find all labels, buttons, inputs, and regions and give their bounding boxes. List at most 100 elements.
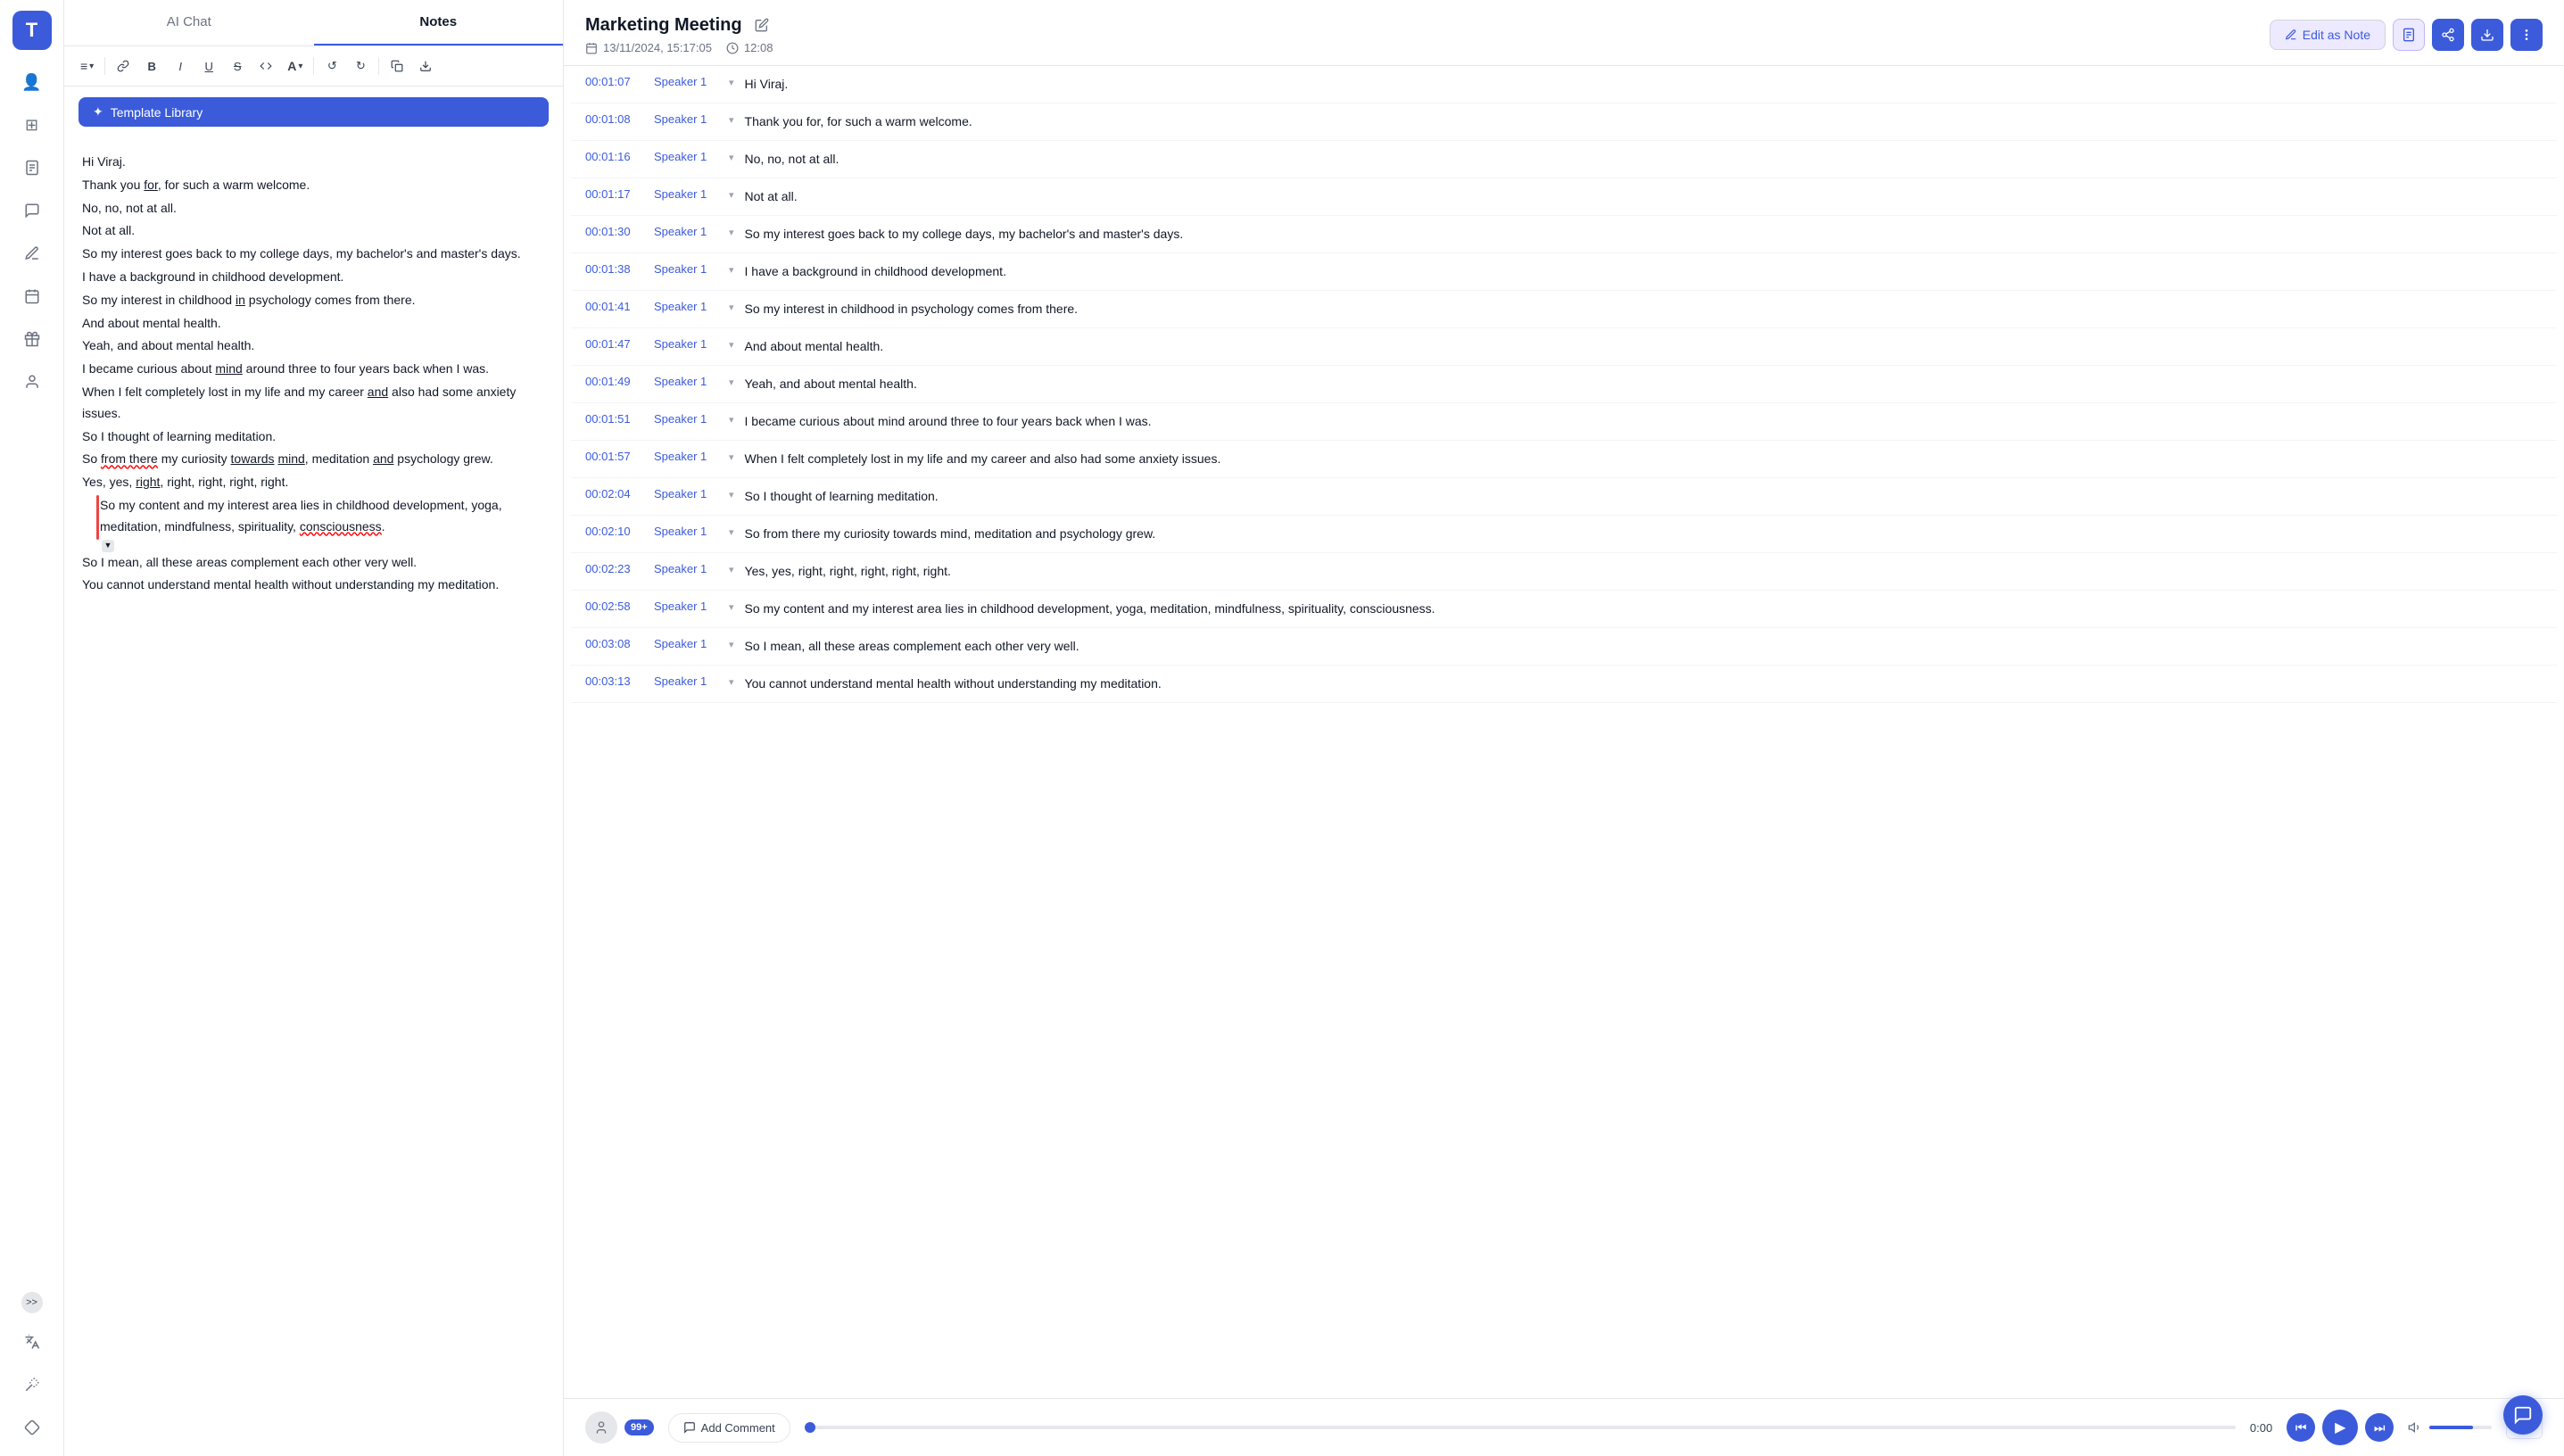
sidebar-icon-chat[interactable] xyxy=(14,193,50,228)
ts-speaker-7[interactable]: Speaker 1 xyxy=(654,337,718,351)
ts-speaker-9[interactable]: Speaker 1 xyxy=(654,412,718,426)
ts-speaker-6[interactable]: Speaker 1 xyxy=(654,300,718,313)
sidebar-icon-pen[interactable] xyxy=(14,236,50,271)
ts-time-0[interactable]: 00:01:07 xyxy=(585,75,643,88)
avatar-circle[interactable] xyxy=(585,1411,617,1444)
volume-slider[interactable] xyxy=(2429,1426,2492,1429)
ts-speaker-2[interactable]: Speaker 1 xyxy=(654,150,718,163)
ts-chevron-8[interactable]: ▾ xyxy=(729,375,734,388)
collapse-arrow[interactable]: ▼ xyxy=(102,540,114,552)
sidebar-icon-users[interactable]: 👤 xyxy=(14,64,50,100)
ts-speaker-4[interactable]: Speaker 1 xyxy=(654,225,718,238)
font-color-dropdown[interactable]: A ▾ xyxy=(282,55,308,77)
ts-time-5[interactable]: 00:01:38 xyxy=(585,262,643,276)
tab-notes[interactable]: Notes xyxy=(314,0,564,46)
ts-chevron-3[interactable]: ▾ xyxy=(729,187,734,201)
ts-chevron-2[interactable]: ▾ xyxy=(729,150,734,163)
ts-time-12[interactable]: 00:02:10 xyxy=(585,525,643,538)
ts-speaker-16[interactable]: Speaker 1 xyxy=(654,674,718,688)
editor-line-12: So from there my curiosity towards mind,… xyxy=(82,449,545,470)
ts-speaker-11[interactable]: Speaker 1 xyxy=(654,487,718,500)
ts-chevron-13[interactable]: ▾ xyxy=(729,562,734,575)
ts-time-14[interactable]: 00:02:58 xyxy=(585,600,643,613)
ts-chevron-11[interactable]: ▾ xyxy=(729,487,734,500)
progress-track[interactable] xyxy=(805,1426,2236,1429)
ts-time-1[interactable]: 00:01:08 xyxy=(585,112,643,126)
underline-btn[interactable]: U xyxy=(196,54,221,79)
ts-time-9[interactable]: 00:01:51 xyxy=(585,412,643,426)
download-icon-btn[interactable] xyxy=(2471,19,2503,51)
ts-speaker-5[interactable]: Speaker 1 xyxy=(654,262,718,276)
ts-speaker-3[interactable]: Speaker 1 xyxy=(654,187,718,201)
volume-icon[interactable] xyxy=(2408,1420,2422,1435)
transcript-row-1: 00:01:08 Speaker 1 ▾ Thank you for, for … xyxy=(571,103,2557,141)
ts-time-15[interactable]: 00:03:08 xyxy=(585,637,643,650)
ts-chevron-6[interactable]: ▾ xyxy=(729,300,734,313)
download-btn[interactable] xyxy=(413,54,438,79)
ts-time-7[interactable]: 00:01:47 xyxy=(585,337,643,351)
skip-back-btn[interactable]: ⏮ xyxy=(2287,1413,2315,1442)
ts-chevron-16[interactable]: ▾ xyxy=(729,674,734,688)
ts-chevron-15[interactable]: ▾ xyxy=(729,637,734,650)
ts-chevron-0[interactable]: ▾ xyxy=(729,75,734,88)
ts-chevron-5[interactable]: ▾ xyxy=(729,262,734,276)
more-options-btn[interactable] xyxy=(2510,19,2543,51)
ts-chevron-14[interactable]: ▾ xyxy=(729,600,734,613)
sidebar-icon-translate[interactable] xyxy=(14,1324,50,1360)
ts-chevron-1[interactable]: ▾ xyxy=(729,112,734,126)
ts-chevron-9[interactable]: ▾ xyxy=(729,412,734,426)
editor-line-7: And about mental health. xyxy=(82,313,545,335)
play-btn[interactable]: ▶ xyxy=(2322,1410,2358,1445)
ts-time-6[interactable]: 00:01:41 xyxy=(585,300,643,313)
ts-speaker-15[interactable]: Speaker 1 xyxy=(654,637,718,650)
skip-forward-btn[interactable]: ⏭ xyxy=(2365,1413,2394,1442)
add-comment-btn[interactable]: Add Comment xyxy=(668,1413,790,1443)
edit-title-btn[interactable] xyxy=(751,14,773,36)
ts-speaker-0[interactable]: Speaker 1 xyxy=(654,75,718,88)
ts-speaker-1[interactable]: Speaker 1 xyxy=(654,112,718,126)
chat-fab-btn[interactable] xyxy=(2503,1395,2543,1435)
ts-chevron-12[interactable]: ▾ xyxy=(729,525,734,538)
ts-speaker-14[interactable]: Speaker 1 xyxy=(654,600,718,613)
progress-bar-area[interactable] xyxy=(805,1426,2236,1429)
sidebar-icon-calendar[interactable] xyxy=(14,278,50,314)
red-bar xyxy=(96,495,99,540)
sidebar-icon-diamond[interactable] xyxy=(14,1410,50,1445)
ts-time-3[interactable]: 00:01:17 xyxy=(585,187,643,201)
sidebar-expand-btn[interactable]: >> xyxy=(21,1292,43,1313)
ts-time-10[interactable]: 00:01:57 xyxy=(585,450,643,463)
italic-btn[interactable]: I xyxy=(168,54,193,79)
ts-time-11[interactable]: 00:02:04 xyxy=(585,487,643,500)
doc-icon-btn[interactable] xyxy=(2393,19,2425,51)
sidebar-icon-document[interactable] xyxy=(14,150,50,186)
sidebar-icon-person[interactable] xyxy=(14,364,50,400)
strikethrough-btn[interactable]: S xyxy=(225,54,250,79)
template-library-btn[interactable]: ✦ Template Library xyxy=(79,97,549,127)
ts-speaker-13[interactable]: Speaker 1 xyxy=(654,562,718,575)
share-btn[interactable] xyxy=(2432,19,2464,51)
ts-time-16[interactable]: 00:03:13 xyxy=(585,674,643,688)
tab-ai-chat[interactable]: AI Chat xyxy=(64,0,314,46)
format-dropdown[interactable]: ≡ ▾ xyxy=(75,55,99,77)
sidebar-icon-gift[interactable] xyxy=(14,321,50,357)
editor-area[interactable]: Hi Viraj. Thank you for, for such a warm… xyxy=(64,137,563,1456)
ts-time-2[interactable]: 00:01:16 xyxy=(585,150,643,163)
code-btn[interactable] xyxy=(253,54,278,79)
ts-chevron-4[interactable]: ▾ xyxy=(729,225,734,238)
ts-time-13[interactable]: 00:02:23 xyxy=(585,562,643,575)
edit-as-note-btn[interactable]: Edit as Note xyxy=(2270,20,2386,50)
link-btn[interactable] xyxy=(111,54,136,79)
sidebar-icon-grid[interactable]: ⊞ xyxy=(14,107,50,143)
ts-speaker-10[interactable]: Speaker 1 xyxy=(654,450,718,463)
sidebar-icon-wand[interactable] xyxy=(14,1367,50,1402)
ts-chevron-7[interactable]: ▾ xyxy=(729,337,734,351)
bold-btn[interactable]: B xyxy=(139,54,164,79)
ts-time-4[interactable]: 00:01:30 xyxy=(585,225,643,238)
ts-speaker-8[interactable]: Speaker 1 xyxy=(654,375,718,388)
copy-btn[interactable] xyxy=(385,54,409,79)
undo-btn[interactable]: ↺ xyxy=(319,54,344,79)
ts-time-8[interactable]: 00:01:49 xyxy=(585,375,643,388)
redo-btn[interactable]: ↻ xyxy=(348,54,373,79)
ts-chevron-10[interactable]: ▾ xyxy=(729,450,734,463)
ts-speaker-12[interactable]: Speaker 1 xyxy=(654,525,718,538)
